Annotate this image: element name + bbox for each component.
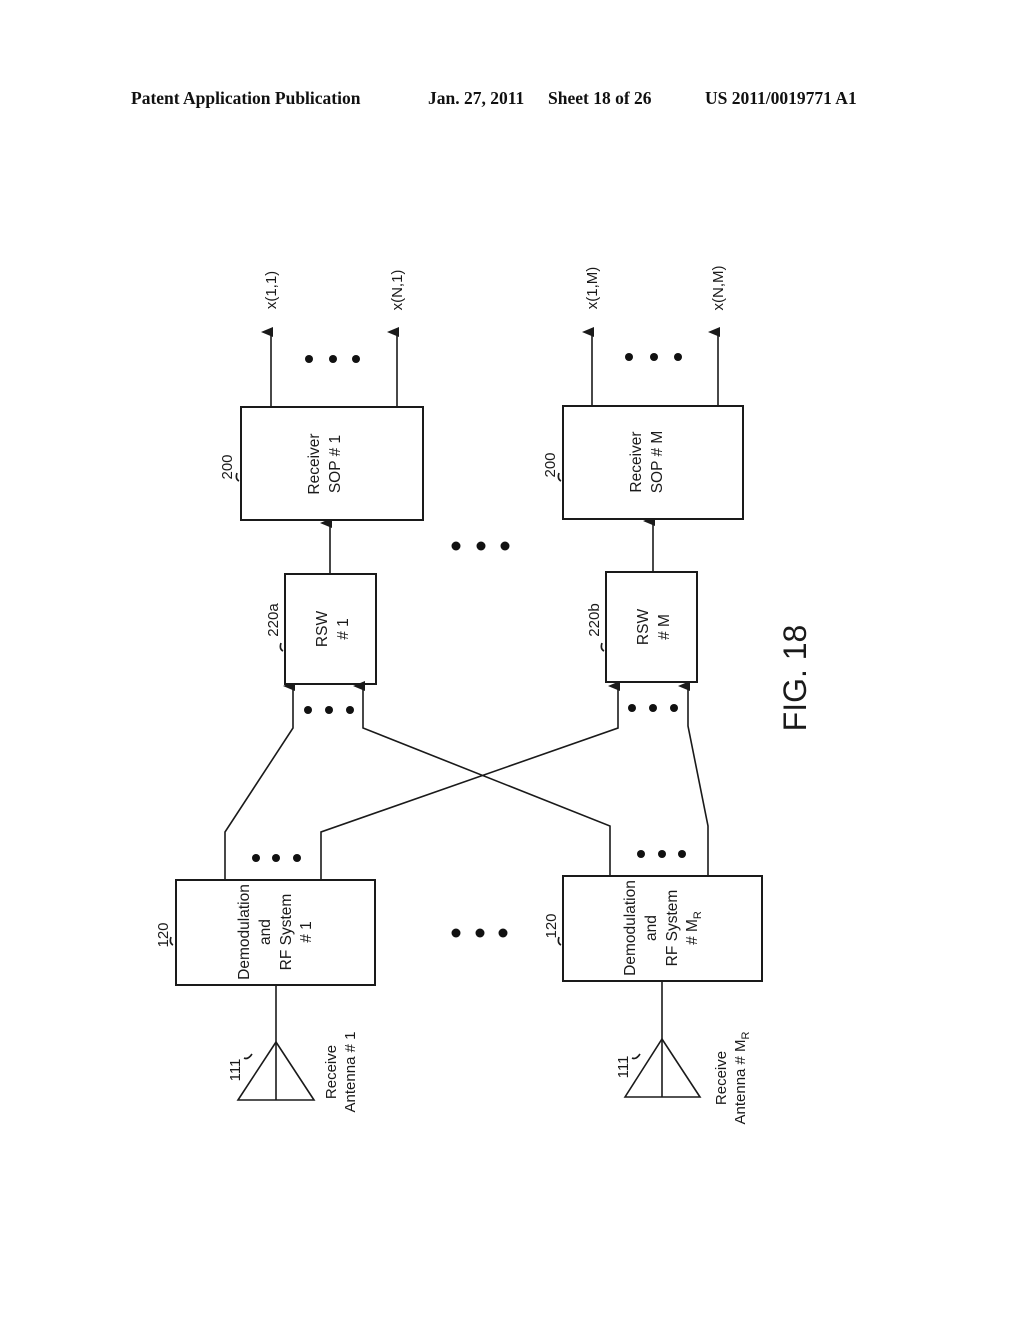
link-demod1-to-rswM <box>320 681 620 880</box>
demod-rf-system-1: 120 Demodulation and RF System # 1 <box>155 879 376 986</box>
demod-ref: 120 <box>543 913 560 938</box>
receive-antenna-mr: 111 Receive Antenna # MR <box>615 1031 752 1124</box>
receiver-line2: SOP # M <box>649 431 666 494</box>
block-diagram: 111 Receive Antenna # 1 120 Demodulation… <box>155 266 813 1125</box>
antenna-label-line2: Antenna # 1 <box>342 1032 359 1113</box>
demod-line2: and <box>643 915 660 941</box>
receiver-sop-1: 200 Receiver SOP # 1 <box>219 406 424 521</box>
demod-line2: and <box>257 919 274 945</box>
demod-line3: RF System <box>664 890 681 967</box>
leader-line <box>243 1053 253 1060</box>
receiver-line1: Receiver <box>628 431 645 492</box>
rsw-line2: # M <box>656 614 673 640</box>
rsw-ref: 220b <box>586 603 603 636</box>
rsw-m: 220b RSW # M <box>586 571 698 683</box>
receiver-line2: SOP # 1 <box>327 435 344 493</box>
antenna-label-line1: Receive <box>323 1045 340 1099</box>
leader-line <box>279 642 284 652</box>
receiver-sop-m: 200 Receiver SOP # M <box>542 405 744 520</box>
rsw-1-ellipsis <box>304 706 354 714</box>
demod-box <box>175 879 376 986</box>
output-label-x1M: x(1,M) <box>584 267 601 310</box>
link-demod1-to-rsw1 <box>224 681 295 880</box>
demod-line4: # 1 <box>298 921 315 943</box>
receiver-line1: Receiver <box>306 433 323 494</box>
antenna-ref: 111 <box>615 1056 632 1079</box>
demod-box <box>562 875 763 982</box>
antenna-label-line2: Antenna # MR <box>732 1031 752 1124</box>
demod-1-ellipsis <box>252 854 301 862</box>
link-demodMR-to-rsw1 <box>353 681 611 876</box>
columns-ellipsis-top <box>451 541 510 551</box>
receiver-ref: 200 <box>542 452 559 477</box>
demod-line3: RF System <box>278 894 295 971</box>
columns-ellipsis-bottom <box>451 928 508 938</box>
demod-mr-ellipsis <box>637 850 686 858</box>
rsw-1: 220a RSW # 1 <box>265 573 377 685</box>
antenna-label-line1: Receive <box>713 1051 730 1105</box>
output-label-xN1: x(N,1) <box>389 270 406 311</box>
receiver-ref: 200 <box>219 454 236 479</box>
output-label-x11: x(1,1) <box>263 271 280 309</box>
antenna-ref: 111 <box>227 1059 244 1082</box>
receiver-1-ellipsis <box>305 355 360 363</box>
demod-ref: 120 <box>155 922 172 947</box>
leader-line <box>631 1053 641 1060</box>
rsw-line2: # 1 <box>335 618 352 640</box>
demod-rf-system-mr: 120 Demodulation and RF System # MR <box>543 875 763 982</box>
rsw-line1: RSW <box>635 609 652 646</box>
output-label-xNM: x(N,M) <box>710 266 727 311</box>
leader-line <box>600 642 605 652</box>
rsw-ref: 220a <box>265 603 282 637</box>
rsw-m-ellipsis <box>628 704 678 712</box>
link-demodMR-to-rswM <box>678 681 709 876</box>
receiver-m-ellipsis <box>625 353 682 361</box>
demod-line1: Demodulation <box>236 884 253 980</box>
demod-line1: Demodulation <box>622 880 639 976</box>
leader-line <box>235 472 240 482</box>
figure-label: FIG. 18 <box>777 625 813 732</box>
rsw-line1: RSW <box>314 611 331 648</box>
receive-antenna-1: 111 Receive Antenna # 1 <box>227 1032 359 1113</box>
leader-line <box>557 472 562 482</box>
